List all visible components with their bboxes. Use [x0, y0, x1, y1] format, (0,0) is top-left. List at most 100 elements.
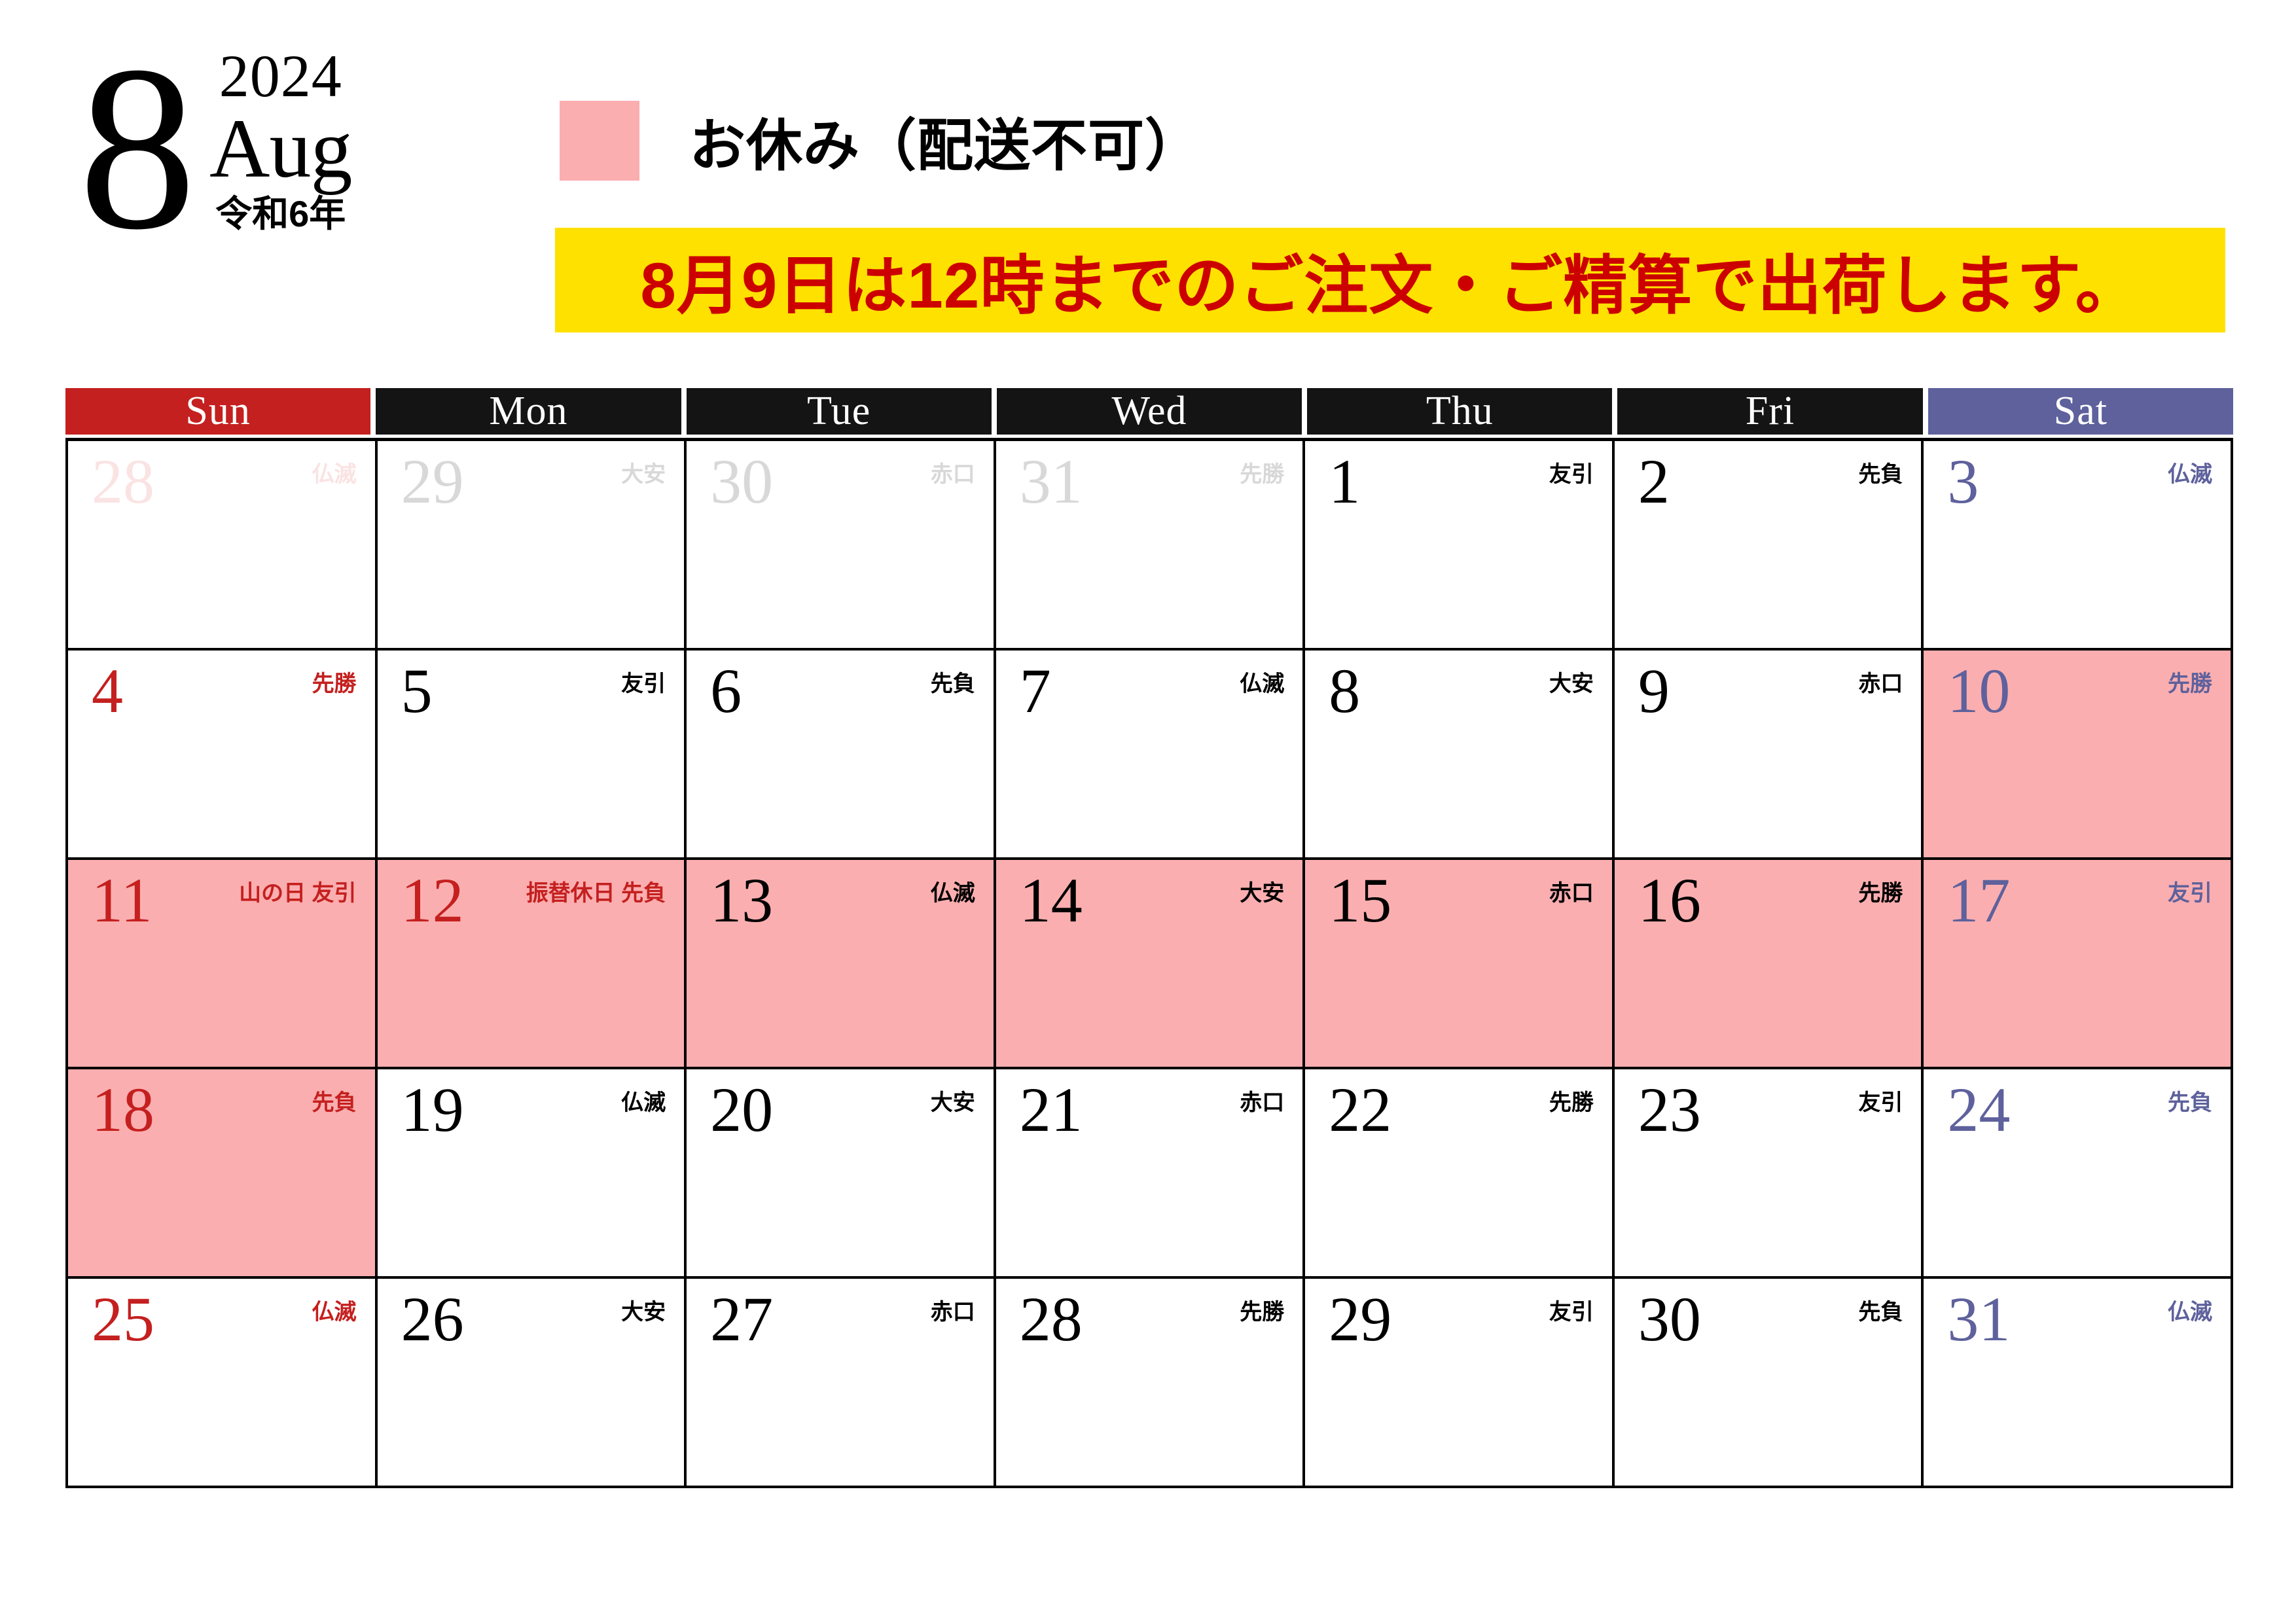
legend-label: お休み（配送不可） [689, 115, 1202, 177]
day-rokuyo-label: 友引 [621, 671, 666, 696]
calendar-day-cell[interactable]: 29 友引 [1305, 1279, 1615, 1488]
calendar-day-cell[interactable]: 28 先勝 [996, 1279, 1306, 1488]
day-number: 5 [401, 656, 433, 726]
day-number: 26 [401, 1284, 464, 1354]
day-number: 30 [710, 446, 774, 516]
calendar-day-cell[interactable]: 22 先勝 [1305, 1069, 1615, 1279]
calendar-day-cell[interactable]: 24 先負 [1924, 1069, 2233, 1279]
calendar-day-cell[interactable]: 23 友引 [1614, 1069, 1924, 1279]
day-rokuyo-label: 赤口 [1858, 671, 1903, 696]
day-rokuyo-label: 大安 [621, 1300, 666, 1325]
calendar-week-row: 11 山の日 友引 12 振替休日 先負 13 仏滅 14 大安 15 赤口 16 先勝 17 友引 [68, 860, 2233, 1069]
calendar-day-cell[interactable]: 12 振替休日 先負 [377, 860, 687, 1069]
day-number: 28 [1019, 1284, 1083, 1354]
calendar-day-cell[interactable]: 25 仏滅 [68, 1279, 378, 1488]
day-rokuyo-label: 赤口 [930, 462, 975, 487]
day-number: 12 [401, 865, 464, 935]
day-rokuyo-label: 先負 [312, 1090, 357, 1115]
legend: お休み（配送不可） [560, 99, 1202, 181]
day-rokuyo-label: 赤口 [1240, 1090, 1285, 1115]
notice-banner: 8月9日は12時までのご注文・ご精算で出荷します。 [555, 228, 2225, 332]
calendar-day-cell[interactable]: 29 大安 [377, 441, 687, 651]
day-number: 16 [1638, 865, 1701, 935]
day-number: 11 [92, 865, 152, 935]
calendar-day-cell[interactable]: 14 大安 [996, 860, 1306, 1069]
day-rokuyo-label: 赤口 [930, 1300, 975, 1325]
calendar-day-cell[interactable]: 13 仏滅 [687, 860, 996, 1069]
weekday-header-tue: Tue [686, 388, 992, 435]
calendar-day-cell[interactable]: 9 赤口 [1614, 651, 1924, 860]
calendar-day-cell[interactable]: 31 先勝 [996, 441, 1306, 651]
year-label: 2024 [219, 43, 342, 109]
day-rokuyo-label: 振替休日 先負 [526, 881, 666, 906]
day-rokuyo-label: 先負 [1858, 462, 1903, 487]
calendar-day-cell[interactable]: 5 友引 [377, 651, 687, 860]
calendar-day-cell[interactable]: 18 先負 [68, 1069, 378, 1279]
calendar-day-cell[interactable]: 30 赤口 [687, 441, 996, 651]
calendar-day-cell[interactable]: 1 友引 [1305, 441, 1615, 651]
day-rokuyo-label: 仏滅 [930, 881, 975, 906]
calendar-day-cell[interactable]: 15 赤口 [1305, 860, 1615, 1069]
day-rokuyo-label: 先負 [930, 671, 975, 696]
month-title-side: 2024 Aug 令和6年 [209, 43, 352, 244]
calendar-day-cell[interactable]: 4 先勝 [68, 651, 378, 860]
day-number: 20 [710, 1075, 774, 1145]
calendar-day-cell[interactable]: 30 先負 [1614, 1279, 1924, 1488]
calendar-day-cell[interactable]: 31 仏滅 [1924, 1279, 2233, 1488]
calendar-week-row: 25 仏滅 26 大安 27 赤口 28 先勝 29 友引 30 先負 31 仏滅 [68, 1279, 2233, 1488]
calendar-day-cell[interactable]: 2 先負 [1614, 441, 1924, 651]
calendar-day-cell[interactable]: 16 先勝 [1614, 860, 1924, 1069]
weekday-header-sun: Sun [65, 388, 371, 435]
calendar-day-cell[interactable]: 28 仏滅 [68, 441, 378, 651]
day-number: 23 [1638, 1075, 1701, 1145]
day-number: 8 [1329, 656, 1361, 726]
day-number: 18 [92, 1075, 154, 1145]
calendar-header: 8 2024 Aug 令和6年 お休み（配送不可） 8月9日は12時までのご注文… [0, 0, 2296, 366]
day-rokuyo-label: 大安 [930, 1090, 975, 1115]
day-number: 31 [1947, 1284, 2011, 1354]
calendar-day-cell[interactable]: 20 大安 [687, 1069, 996, 1279]
day-number: 2 [1638, 446, 1670, 516]
day-rokuyo-label: 仏滅 [312, 462, 357, 487]
weekday-header-thu: Thu [1307, 388, 1613, 435]
day-number: 25 [92, 1284, 154, 1354]
calendar-grid: 28 仏滅 29 大安 30 赤口 31 先勝 1 友引 2 先負 3 仏滅 4 先勝 5 友引 6 先負 7 仏滅 8 大安… [65, 438, 2233, 1488]
day-number: 29 [401, 446, 464, 516]
day-rokuyo-label: 先勝 [1240, 462, 1285, 487]
calendar-day-cell[interactable]: 21 赤口 [996, 1069, 1306, 1279]
calendar-day-cell[interactable]: 17 友引 [1924, 860, 2233, 1069]
weekday-header-row: Sun Mon Tue Wed Thu Fri Sat [65, 388, 2233, 435]
calendar-day-cell[interactable]: 8 大安 [1305, 651, 1615, 860]
day-rokuyo-label: 大安 [1240, 881, 1285, 906]
calendar-day-cell[interactable]: 10 先勝 [1924, 651, 2233, 860]
calendar-day-cell[interactable]: 3 仏滅 [1924, 441, 2233, 651]
calendar-day-cell[interactable]: 7 仏滅 [996, 651, 1306, 860]
day-number: 1 [1329, 446, 1361, 516]
calendar-day-cell[interactable]: 27 赤口 [687, 1279, 996, 1488]
month-number: 8 [79, 16, 196, 278]
weekday-header-wed: Wed [996, 388, 1302, 435]
day-number: 21 [1019, 1075, 1083, 1145]
calendar-day-cell[interactable]: 19 仏滅 [377, 1069, 687, 1279]
day-rokuyo-label: 大安 [1549, 671, 1594, 696]
day-number: 19 [401, 1075, 464, 1145]
calendar-day-cell[interactable]: 26 大安 [377, 1279, 687, 1488]
day-rokuyo-label: 先負 [2168, 1090, 2212, 1115]
calendar-day-cell[interactable]: 6 先負 [687, 651, 996, 860]
day-rokuyo-label: 先勝 [312, 671, 357, 696]
day-number: 4 [92, 656, 123, 726]
day-number: 31 [1019, 446, 1083, 516]
legend-color-swatch [560, 100, 639, 181]
day-rokuyo-label: 山の日 友引 [239, 881, 357, 906]
day-number: 29 [1329, 1284, 1392, 1354]
day-rokuyo-label: 先勝 [1240, 1300, 1285, 1325]
calendar-day-cell[interactable]: 11 山の日 友引 [68, 860, 378, 1069]
notice-banner-text: 8月9日は12時までのご注文・ご精算で出荷します。 [640, 249, 2140, 321]
day-number: 7 [1019, 656, 1051, 726]
day-number: 13 [710, 865, 774, 935]
month-title-block: 8 2024 Aug 令和6年 [79, 16, 352, 278]
day-number: 30 [1638, 1284, 1701, 1354]
calendar-week-row: 28 仏滅 29 大安 30 赤口 31 先勝 1 友引 2 先負 3 仏滅 [68, 441, 2233, 651]
day-rokuyo-label: 先負 [1858, 1300, 1903, 1325]
month-english-label: Aug [209, 102, 352, 195]
